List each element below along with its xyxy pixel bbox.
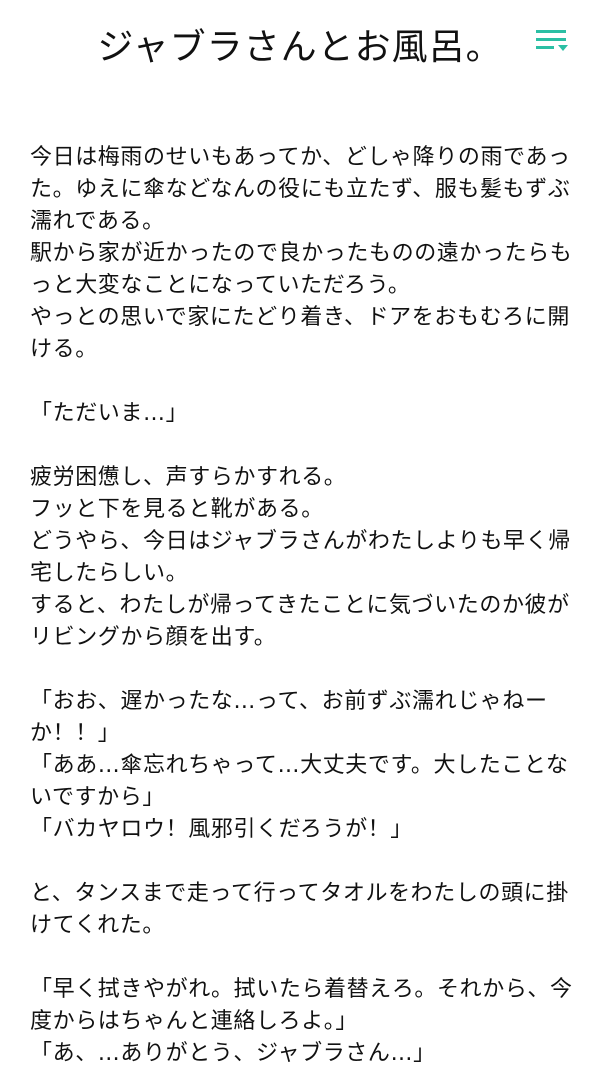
header-bar: ジャブラさんとお風呂。 — [0, 0, 600, 100]
menu-button[interactable] — [532, 26, 572, 58]
story-paragraph: 「ただいま…」 — [30, 401, 189, 426]
page-title: ジャブラさんとお風呂。 — [97, 27, 503, 68]
story-paragraph: 疲労困憊し、声すらかすれる。 フッと下を見ると靴がある。 どうやら、今日はジャブ… — [30, 465, 571, 650]
story-paragraph: 「早く拭きやがれ。拭いたら着替えろ。それから、今度からはちゃんと連絡しろよ。」 … — [30, 977, 573, 1066]
story-paragraph: 「おお、遅かったな…って、お前ずぶ濡れじゃねーか！！」 「ああ…傘忘れちゃって…… — [30, 689, 569, 842]
menu-lines-with-down-arrow-icon — [536, 30, 568, 51]
story-paragraph: 今日は梅雨のせいもあってか、どしゃ降りの雨であった。ゆえに傘などなんの役にも立た… — [30, 145, 573, 362]
story-paragraph: と、タンスまで走って行ってタオルをわたしの頭に掛けてくれた。 — [30, 881, 569, 938]
story-body: 今日は梅雨のせいもあってか、どしゃ降りの雨であった。ゆえに傘などなんの役にも立た… — [30, 142, 578, 1070]
